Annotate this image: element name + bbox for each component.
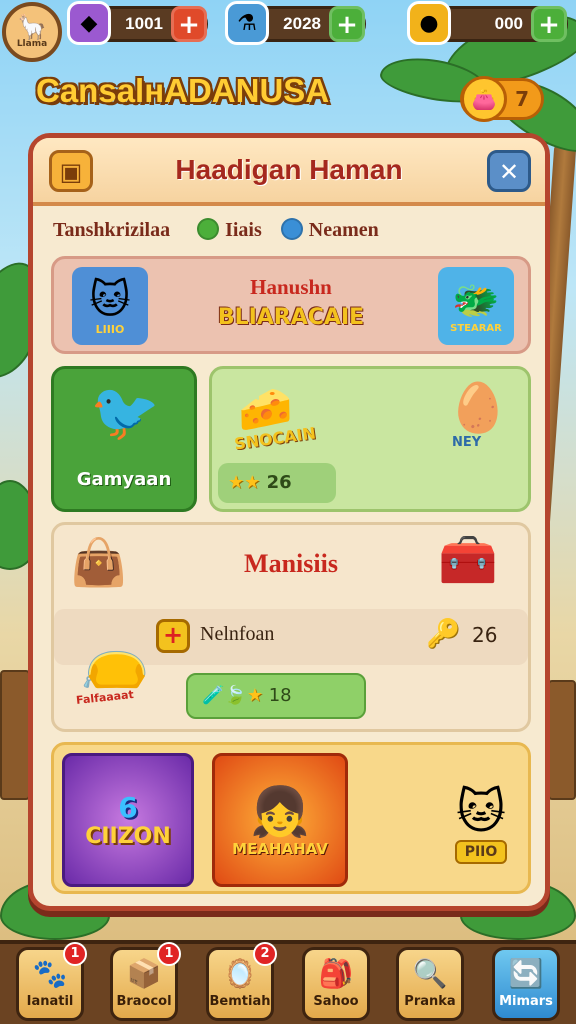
potion-value: 2028 <box>283 14 321 33</box>
star-icon: ★ <box>246 685 263 706</box>
mission-task-count: 26 <box>472 623 498 647</box>
sack-icon: 👝 <box>80 626 150 691</box>
chest-icon: 🧰 <box>438 532 498 588</box>
refresh-icon: 🔄 <box>508 957 544 990</box>
legend-item: Neamen <box>280 218 379 241</box>
add-gems-button[interactable]: + <box>171 6 207 42</box>
star-icon: ★ <box>228 472 245 493</box>
coin-icon: ● <box>407 1 451 45</box>
bag-icon: 🎒 <box>318 957 354 990</box>
mission-task-label: Nelnfoan <box>200 623 275 645</box>
key-icon: 🔑 <box>426 617 461 650</box>
cat-character-icon: 🐱 <box>455 784 507 840</box>
nav-label: Bemtiah <box>209 994 271 1009</box>
coin-badge[interactable]: 👛 7 <box>460 76 544 122</box>
blue-dot-icon <box>280 218 303 240</box>
coin-counter: ● 000 + <box>407 1 568 45</box>
promo-card-2[interactable]: 👧 MEAHAHAV <box>212 753 348 887</box>
leaf-icon: 🍃 <box>224 685 247 706</box>
girl-character-icon: 👧 <box>250 783 310 840</box>
potion-icon: ⚗ <box>225 1 269 45</box>
wooden-fence <box>548 680 576 800</box>
nav-item-pets[interactable]: 🐾 Ianatil 1 <box>16 942 87 1021</box>
nav-item-refresh[interactable]: 🔄 Mimars <box>492 947 560 1021</box>
add-potions-button[interactable]: + <box>329 6 365 42</box>
reward-card[interactable]: 🧀 SNOCAIN 🥚 NEY ★★ 26 <box>209 366 531 512</box>
add-coins-button[interactable]: + <box>531 6 567 42</box>
promo-2-label: MEAHAHAV <box>232 839 328 858</box>
plus-badge-icon: + <box>156 619 190 653</box>
notification-badge: 1 <box>157 942 181 966</box>
promo-1-label: CIIZON <box>85 824 171 849</box>
notification-badge: 1 <box>63 942 87 966</box>
game-title: CansalнADANUSA <box>36 72 330 109</box>
panel-header: ▣ Haadigan Haman ✕ <box>33 138 545 206</box>
character-card-label: Gamyaan <box>76 469 172 490</box>
wooden-fence <box>0 670 30 800</box>
gem-icon: ◆ <box>67 1 111 45</box>
nav-label: Mimars <box>499 994 553 1009</box>
bird-character-icon: 🐦 <box>90 380 160 445</box>
character-card[interactable]: 🐦 Gamyaan <box>51 366 197 512</box>
nav-label: Ianatil <box>26 994 74 1009</box>
gem-counter: ◆ 1001 + <box>67 1 208 45</box>
nav-label: Sahoo <box>313 994 359 1009</box>
coin-bag-icon: 👛 <box>461 76 507 122</box>
nav-item-search[interactable]: 🔍 Pranka <box>396 947 464 1021</box>
gem-value: 1001 <box>125 14 163 33</box>
star-icon: ★ <box>244 472 261 493</box>
nav-item-mirror[interactable]: 🪞 Bemtiah 2 <box>206 942 277 1021</box>
egg-icon: 🥚 <box>448 380 508 436</box>
stars-pill: ★★ 26 <box>218 463 336 503</box>
bottom-nav: 🐾 Ianatil 1 📦 Braocol 1 🪞 Bemtiah 2 🎒 Sa… <box>0 940 576 1024</box>
panel-subtitle-row: Tanshkrizilaa Iiais Neamen <box>53 218 379 242</box>
main-panel: ▣ Haadigan Haman ✕ Tanshkrizilaa Iiais N… <box>28 133 550 911</box>
stars-count: 26 <box>266 472 292 493</box>
nav-label: Pranka <box>404 994 456 1009</box>
notification-badge: 2 <box>253 942 277 966</box>
player-avatar[interactable]: 🦙 Llama <box>2 2 62 62</box>
legend-item: Iiais <box>197 218 267 241</box>
event-banner[interactable]: 🐱 LIIIO Hanushn BLIARACAIE 🐲 STEARAR <box>51 256 531 354</box>
banner-right-tag: STEARAR <box>450 323 502 334</box>
coin-value: 000 <box>494 14 523 33</box>
nav-label: Braocol <box>116 994 172 1009</box>
dragon-character-icon: 🐲 STEARAR <box>438 267 514 345</box>
panel-title: Haadigan Haman <box>175 154 403 185</box>
coin-badge-value: 7 <box>515 87 529 111</box>
nav-item-boxes[interactable]: 📦 Braocol 1 <box>110 942 181 1021</box>
promo-3-label: PIIO <box>454 840 508 864</box>
promo-card-1[interactable]: 6 CIIZON <box>62 753 194 887</box>
potion-icon: 🧪 <box>202 685 225 706</box>
promo-card-3[interactable]: 🐱 PIIO <box>438 769 524 879</box>
llama-icon: 🦙 <box>17 13 47 41</box>
nav-item-bag[interactable]: 🎒 Sahoo <box>302 947 370 1021</box>
mission-reward-pill[interactable]: 🧪🍃★ 18 <box>186 673 366 719</box>
avatar-label: Llama <box>16 39 48 49</box>
mission-card[interactable]: 👜 Manisiis 🧰 + Nelnfoan 🔑 26 👝 Falfaaaat… <box>51 522 531 732</box>
promo-row: 6 CIIZON 👧 MEAHAHAV 🐱 PIIO <box>51 742 531 894</box>
mission-reward-value: 18 <box>268 685 292 706</box>
panel-subtitle: Tanshkrizilaa <box>53 219 171 241</box>
egg-label: NEY <box>452 435 482 450</box>
legend-label: Neamen <box>308 219 379 241</box>
green-dot-icon <box>197 218 220 240</box>
legend-label: Iiais <box>225 219 262 241</box>
promo-1-badge: 6 <box>118 791 138 824</box>
potion-counter: ⚗ 2028 + <box>225 1 366 45</box>
magnifier-icon: 🔍 <box>412 957 448 990</box>
close-button[interactable]: ✕ <box>487 150 531 192</box>
